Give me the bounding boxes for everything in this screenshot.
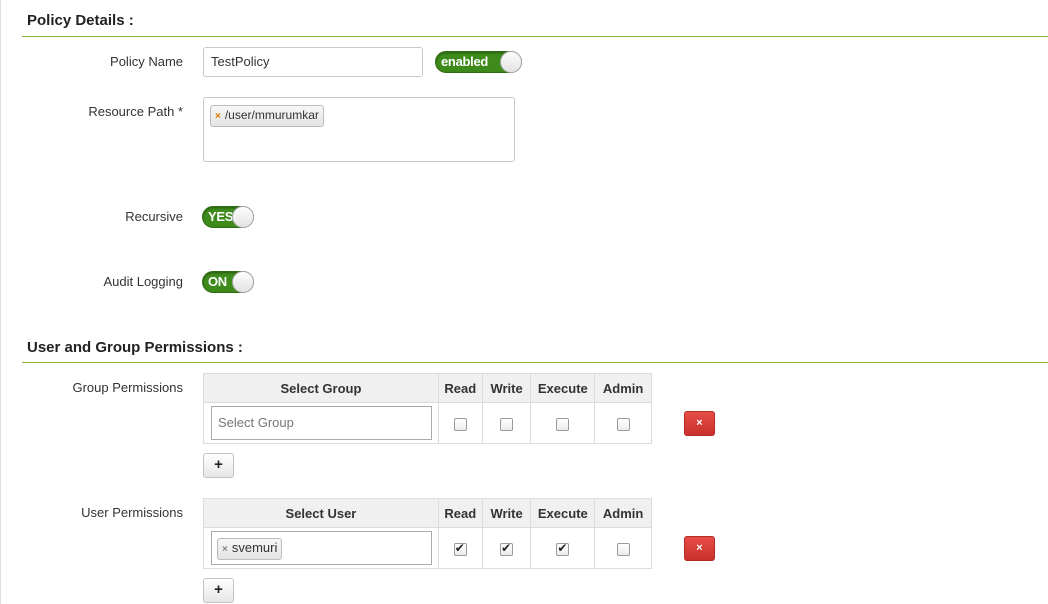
- user-header-select: Select User: [203, 498, 439, 528]
- user-read-checkbox[interactable]: [453, 541, 467, 556]
- group-header-read: Read: [437, 373, 483, 403]
- tag-remove-icon[interactable]: ×: [222, 544, 228, 555]
- group-read-checkbox[interactable]: [453, 417, 467, 431]
- user-write-checkbox[interactable]: [500, 541, 514, 556]
- user-header-admin: Admin: [594, 498, 652, 528]
- group-permissions-label: Group Permissions: [72, 380, 183, 395]
- table-row: × svemuri: [203, 527, 652, 569]
- toggle-knob-icon: [500, 51, 522, 73]
- audit-logging-label: Audit Logging: [103, 274, 183, 289]
- policy-name-input[interactable]: TestPolicy: [203, 47, 423, 77]
- policy-enabled-toggle[interactable]: enabled: [435, 51, 522, 73]
- toggle-knob-icon: [232, 271, 254, 293]
- selected-user-label: svemuri: [231, 540, 278, 555]
- policy-details-divider: [22, 36, 1048, 37]
- resource-path-input[interactable]: ×/user/mmurumkar: [203, 97, 515, 162]
- audit-logging-toggle-label: ON: [208, 274, 227, 289]
- user-header-write: Write: [481, 498, 532, 528]
- user-permissions-label: User Permissions: [81, 505, 183, 520]
- add-group-permission-button[interactable]: +: [203, 453, 234, 478]
- delete-group-row-button[interactable]: ×: [684, 411, 715, 436]
- toggle-knob-icon: [232, 206, 254, 228]
- user-header-execute: Execute: [530, 498, 596, 528]
- group-header-write: Write: [481, 373, 532, 403]
- permissions-divider: [22, 362, 1048, 363]
- recursive-label: Recursive: [125, 209, 183, 224]
- group-header-admin: Admin: [594, 373, 652, 403]
- policy-enabled-toggle-label: enabled: [441, 54, 489, 69]
- resource-path-tag-label: /user/mmurumkar: [224, 108, 319, 122]
- user-execute-checkbox[interactable]: [556, 541, 570, 556]
- selected-user-tag: × svemuri: [217, 538, 283, 560]
- audit-logging-toggle[interactable]: ON: [202, 271, 254, 293]
- group-write-checkbox[interactable]: [500, 417, 514, 431]
- resource-path-tag: ×/user/mmurumkar: [210, 105, 324, 127]
- recursive-toggle-label: YES: [208, 209, 234, 224]
- tag-remove-icon[interactable]: ×: [215, 111, 221, 122]
- add-user-permission-button[interactable]: +: [203, 578, 234, 603]
- select-user-input[interactable]: × svemuri: [211, 531, 432, 565]
- group-admin-checkbox[interactable]: [616, 417, 630, 431]
- user-permissions-table: Select User Read Write Execute Admin × sv…: [203, 498, 652, 569]
- group-header-select: Select Group: [203, 373, 439, 403]
- select-group-placeholder: Select Group: [218, 415, 294, 430]
- group-execute-checkbox[interactable]: [556, 417, 570, 431]
- resource-path-label: Resource Path *: [88, 104, 183, 119]
- group-permissions-table: Select Group Read Write Execute Admin Se…: [203, 373, 652, 444]
- policy-details-title: Policy Details :: [27, 12, 134, 29]
- group-header-execute: Execute: [530, 373, 596, 403]
- user-header-read: Read: [437, 498, 483, 528]
- policy-name-label: Policy Name: [110, 54, 183, 69]
- permissions-title: User and Group Permissions :: [27, 339, 243, 356]
- delete-user-row-button[interactable]: ×: [684, 536, 715, 561]
- select-group-input[interactable]: Select Group: [211, 406, 432, 440]
- user-admin-checkbox[interactable]: [616, 542, 630, 556]
- table-row: Select Group: [203, 402, 652, 444]
- recursive-toggle[interactable]: YES: [202, 206, 254, 228]
